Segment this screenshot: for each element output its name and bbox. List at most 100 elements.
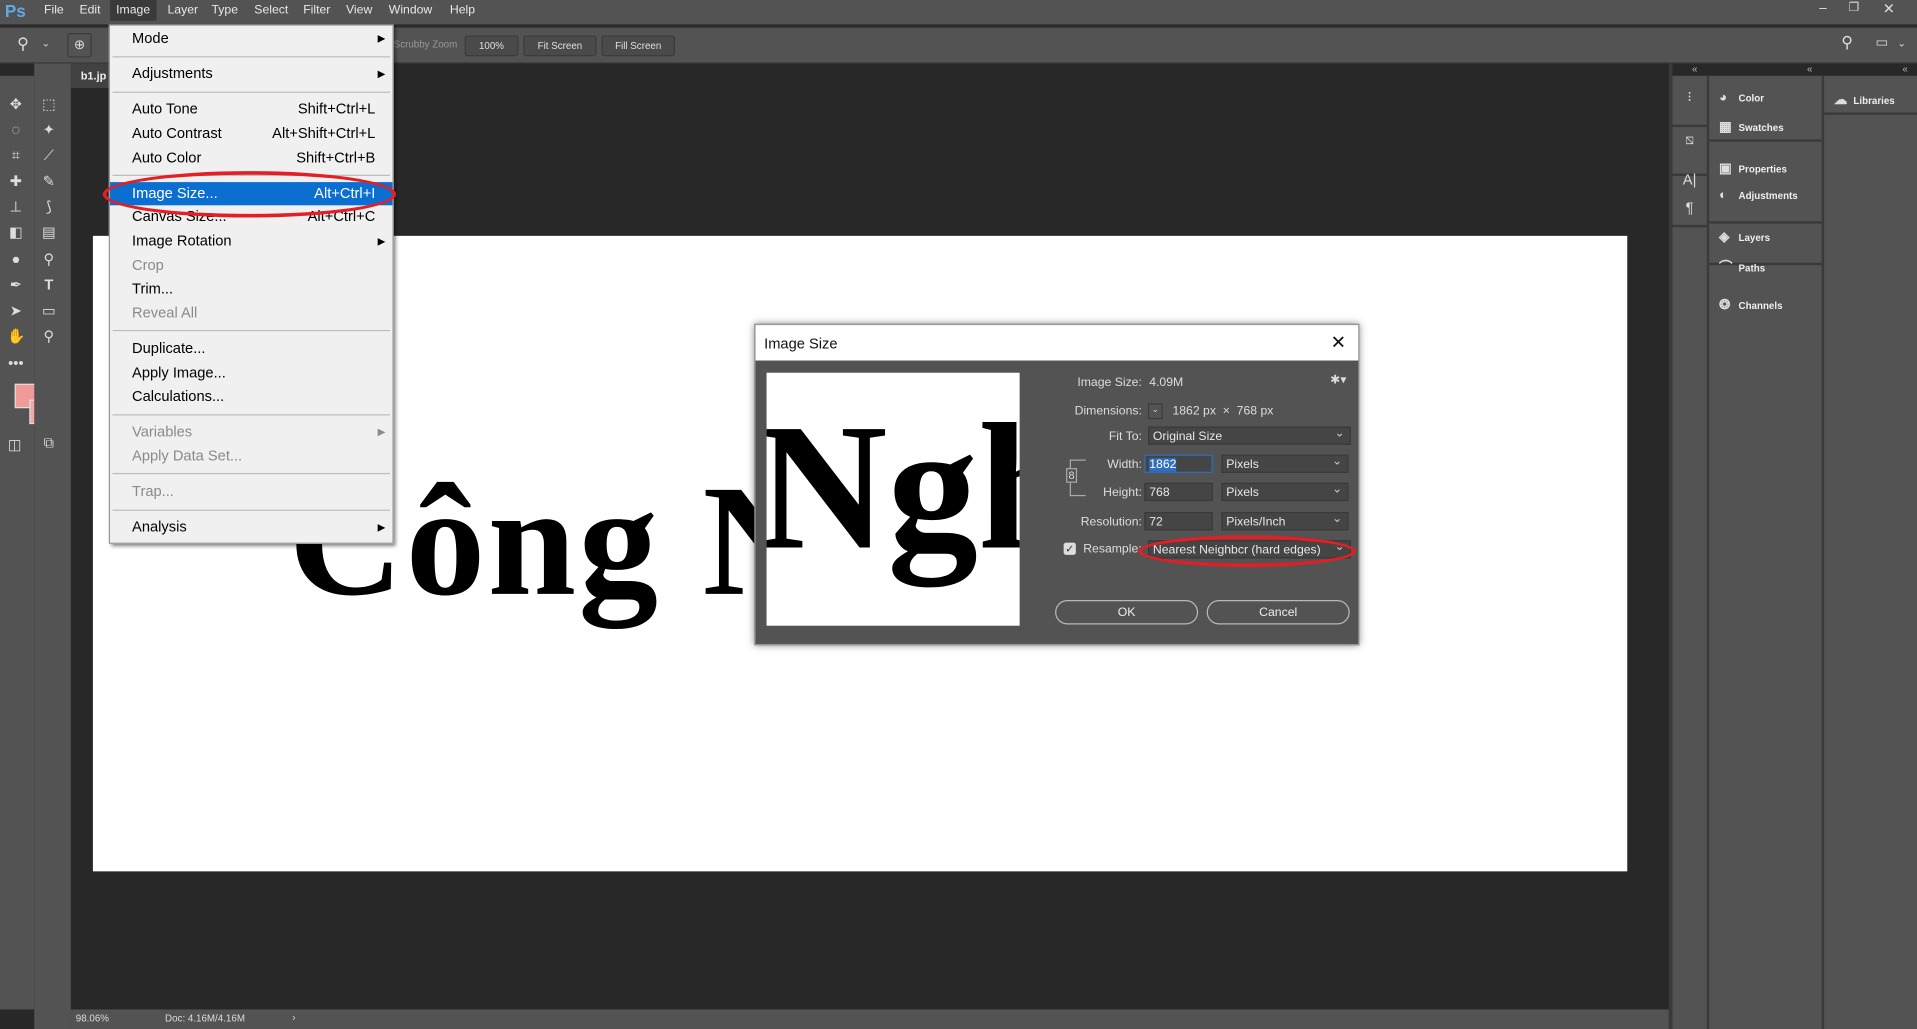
resample-checkbox[interactable]: ✓ [1063, 542, 1076, 555]
menu-image[interactable]: Image [110, 0, 157, 21]
stamp-tool-icon[interactable]: ⊥ [7, 198, 24, 215]
menu-item-duplicate[interactable]: Duplicate... [110, 337, 392, 361]
fill-screen-button[interactable]: Fill Screen [601, 35, 675, 57]
menu-item-label: Auto Tone [132, 100, 198, 118]
panel-channels[interactable]: ❂ Channels [1719, 297, 1783, 313]
magic-wand-icon[interactable]: ✦ [40, 121, 57, 138]
zoom-in-icon[interactable]: ⊕ [67, 32, 92, 58]
brush-tool-icon[interactable]: ✎ [40, 172, 57, 189]
menu-item-apply-image[interactable]: Apply Image... [110, 361, 392, 385]
chevron-right-icon[interactable]: › [292, 1012, 295, 1023]
zoom-tool-icon[interactable]: ⚲ [40, 328, 57, 345]
menu-filter[interactable]: Filter [303, 4, 330, 17]
panel-adjustments[interactable]: ◐ Adjustments [1719, 188, 1798, 203]
chevron-down-icon[interactable]: ⌄ [1897, 38, 1905, 49]
width-value: 1862 [1149, 458, 1177, 472]
menu-item-analysis[interactable]: Analysis ▶ [110, 516, 392, 540]
gradient-tool-icon[interactable]: ▤ [40, 224, 57, 241]
history-brush-icon[interactable]: ⟆ [40, 198, 57, 215]
height-input[interactable]: 768 [1144, 482, 1213, 502]
panel-paths[interactable]: ⌒ Paths [1719, 257, 1765, 277]
marquee-tool-icon[interactable]: ⬚ [40, 95, 57, 112]
quick-mask-icon[interactable]: ◫ [6, 436, 23, 453]
panel-color[interactable]: ◕ Color [1719, 90, 1764, 105]
menu-item-image-rotation[interactable]: Image Rotation ▶ [110, 230, 392, 254]
settings-gear-icon[interactable]: ✱▾ [1330, 374, 1346, 387]
fit-to-dropdown[interactable]: Original Size [1148, 424, 1351, 445]
more-tools-icon[interactable]: ••• [7, 354, 24, 371]
menu-layer[interactable]: Layer [167, 4, 198, 17]
screen-mode-icon[interactable]: ⧉ [40, 434, 57, 451]
menu-window[interactable]: Window [389, 4, 432, 17]
dimensions-unit-dropdown[interactable]: ⌄ [1148, 403, 1163, 420]
eraser-tool-icon[interactable]: ◧ [7, 224, 24, 241]
image-size-value: 4.09M [1149, 376, 1184, 390]
workspace-icon[interactable]: ▭ [1875, 34, 1888, 50]
panel-swatches[interactable]: ▦ Swatches [1719, 119, 1784, 135]
width-input[interactable]: 1862 [1144, 454, 1213, 473]
resample-dropdown[interactable]: Nearest Neighbcr (hard edges) [1148, 538, 1351, 559]
menu-file[interactable]: File [44, 4, 64, 17]
collapse-icon[interactable]: « [1692, 64, 1697, 76]
search-icon[interactable]: ⚲ [1841, 33, 1853, 53]
menu-separator [110, 409, 392, 421]
menu-item-auto-color[interactable]: Auto Color Shift+Ctrl+B [110, 146, 392, 170]
zoom-level[interactable]: 98.06% [76, 1013, 109, 1024]
hand-tool-icon[interactable]: ✋ [7, 328, 25, 345]
scrubby-zoom-label[interactable]: Scrubby Zoom [394, 39, 458, 50]
menu-help[interactable]: Help [450, 4, 475, 17]
zoom-tool-icon[interactable]: ⚲ [17, 34, 29, 54]
restore-icon[interactable]: ❐ [1849, 1, 1860, 14]
character-icon[interactable]: A| [1681, 171, 1698, 188]
height-unit-dropdown[interactable]: Pixels [1221, 480, 1349, 502]
height-label: Height: [1103, 486, 1142, 500]
menu-select[interactable]: Select [254, 4, 288, 17]
dodge-tool-icon[interactable]: ⚲ [40, 251, 57, 268]
menu-item-image-size[interactable]: Image Size... Alt+Ctrl+I [110, 181, 393, 206]
panel-properties[interactable]: ▣ Properties [1719, 160, 1787, 176]
panel-libraries[interactable]: ☁ Libraries [1834, 92, 1895, 108]
menu-item-auto-tone[interactable]: Auto Tone Shift+Ctrl+L [110, 98, 392, 122]
minimize-icon[interactable]: – [1819, 1, 1826, 16]
blur-tool-icon[interactable]: ● [7, 251, 24, 268]
collapse-icon[interactable]: « [1902, 64, 1907, 76]
move-tool-icon[interactable]: ✥ [7, 95, 24, 112]
menu-item-mode[interactable]: Mode ▶ [110, 27, 392, 51]
resolution-input[interactable]: 72 [1144, 512, 1213, 531]
lasso-tool-icon[interactable]: ◌ [7, 121, 24, 138]
cancel-button[interactable]: Cancel [1206, 600, 1350, 625]
clone-source-icon[interactable]: ⧅ [1681, 131, 1698, 148]
menu-item-auto-contrast[interactable]: Auto Contrast Alt+Shift+Ctrl+L [110, 122, 392, 146]
path-select-icon[interactable]: ➤ [7, 302, 24, 319]
menu-item-apply-data-set: Apply Data Set... [110, 445, 392, 469]
close-icon[interactable]: ✕ [1883, 0, 1895, 17]
menu-view[interactable]: View [346, 4, 372, 17]
close-icon[interactable]: ✕ [1331, 331, 1346, 353]
menu-item-shortcut: Shift+Ctrl+L [297, 100, 376, 118]
crop-tool-icon[interactable]: ⌗ [7, 147, 24, 164]
menu-edit[interactable]: Edit [79, 4, 100, 17]
resolution-unit-dropdown[interactable]: Pixels/Inch [1221, 510, 1349, 531]
rectangle-tool-icon[interactable]: ▭ [40, 302, 57, 319]
menu-item-trim[interactable]: Trim... [110, 278, 392, 302]
menu-item-adjustments[interactable]: Adjustments ▶ [110, 63, 392, 87]
paragraph-icon[interactable]: ¶ [1681, 199, 1698, 216]
type-tool-icon[interactable]: T [40, 276, 57, 293]
zoom-100-button[interactable]: 100% [464, 35, 519, 57]
panel-layers[interactable]: ◈ Layers [1719, 229, 1770, 245]
width-unit-dropdown[interactable]: Pixels [1221, 452, 1349, 473]
menu-item-canvas-size[interactable]: Canvas Size... Alt+Ctrl+C [110, 206, 392, 230]
menu-item-label: Canvas Size... [132, 208, 227, 226]
chevron-down-icon[interactable]: ⌄ [42, 38, 50, 49]
properties-icon: ▣ [1718, 161, 1732, 176]
pen-tool-icon[interactable]: ✒ [7, 276, 24, 293]
healing-brush-icon[interactable]: ✚ [7, 172, 24, 189]
eyedropper-icon[interactable]: ⟋ [40, 147, 57, 164]
image-preview[interactable]: Ngh [766, 372, 1020, 626]
ok-button[interactable]: OK [1055, 600, 1199, 625]
fit-screen-button[interactable]: Fit Screen [523, 35, 597, 57]
collapse-icon[interactable]: « [1807, 64, 1812, 76]
menu-type[interactable]: Type [212, 4, 239, 17]
menu-item-calculations[interactable]: Calculations... [110, 385, 392, 409]
history-icon[interactable]: ⁝ [1681, 88, 1698, 105]
